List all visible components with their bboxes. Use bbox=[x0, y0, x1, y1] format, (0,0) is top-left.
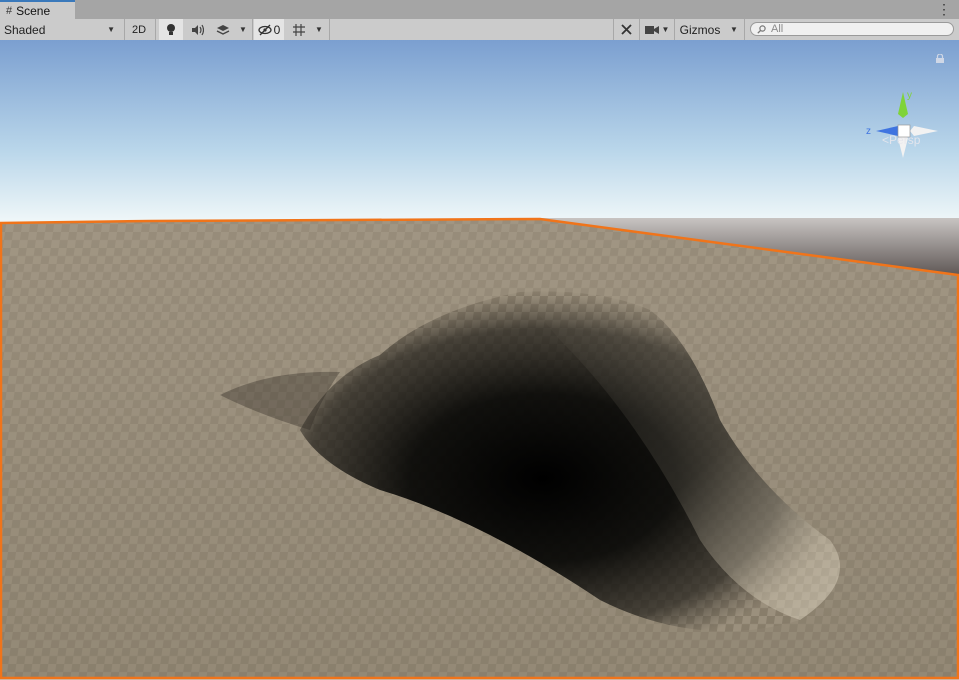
toolbar-divider bbox=[155, 19, 156, 40]
toolbar-divider bbox=[252, 19, 253, 40]
camera-settings-button[interactable]: ▼ bbox=[641, 19, 673, 40]
chevron-down-icon: ▼ bbox=[730, 25, 738, 34]
axis-y-label: y bbox=[907, 90, 912, 101]
scene-viewport[interactable]: y z <Persp bbox=[0, 40, 959, 680]
grid-icon: # bbox=[6, 4, 13, 17]
camera-icon bbox=[644, 25, 659, 34]
chevron-down-icon: ▼ bbox=[239, 25, 247, 34]
layers-effects-icon bbox=[216, 24, 230, 35]
lock-icon[interactable] bbox=[936, 52, 944, 63]
tools-icon bbox=[620, 24, 632, 35]
kebab-menu-icon[interactable]: ⋮ bbox=[937, 1, 951, 17]
projection-label[interactable]: <Persp bbox=[882, 133, 920, 147]
hidden-count: 0 bbox=[273, 22, 281, 37]
lighting-toggle-button[interactable] bbox=[159, 19, 183, 40]
tools-button[interactable] bbox=[615, 19, 637, 40]
toolbar-divider bbox=[674, 19, 675, 40]
toggle-2d-button[interactable]: 2D bbox=[127, 19, 151, 40]
gizmos-button[interactable]: Gizmos bbox=[676, 19, 724, 40]
effects-dropdown[interactable]: ▼ bbox=[236, 19, 250, 40]
toolbar-divider bbox=[613, 19, 614, 40]
draw-mode-dropdown[interactable]: Shaded ▼ bbox=[0, 19, 121, 40]
toolbar-divider bbox=[744, 19, 745, 40]
grid-dropdown[interactable]: ▼ bbox=[312, 19, 326, 40]
orientation-gizmo[interactable]: y z bbox=[862, 84, 946, 166]
audio-toggle-button[interactable] bbox=[185, 19, 209, 40]
axis-z-label: z bbox=[866, 126, 871, 137]
toolbar-divider bbox=[639, 19, 640, 40]
tab-bar: # Scene ⋮ bbox=[0, 0, 959, 20]
chevron-down-icon: ▼ bbox=[661, 25, 670, 34]
scene-search-input[interactable]: All bbox=[750, 22, 954, 36]
search-icon bbox=[757, 24, 766, 34]
lightbulb-icon bbox=[167, 24, 175, 35]
tab-scene[interactable]: # Scene bbox=[0, 0, 75, 19]
scene-visibility-button[interactable]: 0 bbox=[254, 19, 284, 40]
eye-slash-icon bbox=[258, 24, 272, 35]
grid-snap-button[interactable] bbox=[287, 19, 311, 40]
effects-toggle-button[interactable] bbox=[211, 19, 235, 40]
toolbar-divider bbox=[124, 19, 125, 40]
scene-render bbox=[0, 40, 959, 680]
tab-scene-label: Scene bbox=[16, 3, 51, 18]
draw-mode-label: Shaded bbox=[4, 22, 46, 37]
toolbar-divider bbox=[329, 19, 330, 40]
chevron-down-icon: ▼ bbox=[315, 25, 323, 34]
speaker-icon bbox=[191, 24, 204, 35]
chevron-down-icon: ▼ bbox=[107, 25, 115, 34]
gizmos-dropdown[interactable]: ▼ bbox=[726, 19, 742, 40]
projection-label-text: Persp bbox=[889, 133, 921, 147]
search-placeholder: All bbox=[771, 23, 784, 35]
grid-snap-icon bbox=[293, 23, 305, 36]
